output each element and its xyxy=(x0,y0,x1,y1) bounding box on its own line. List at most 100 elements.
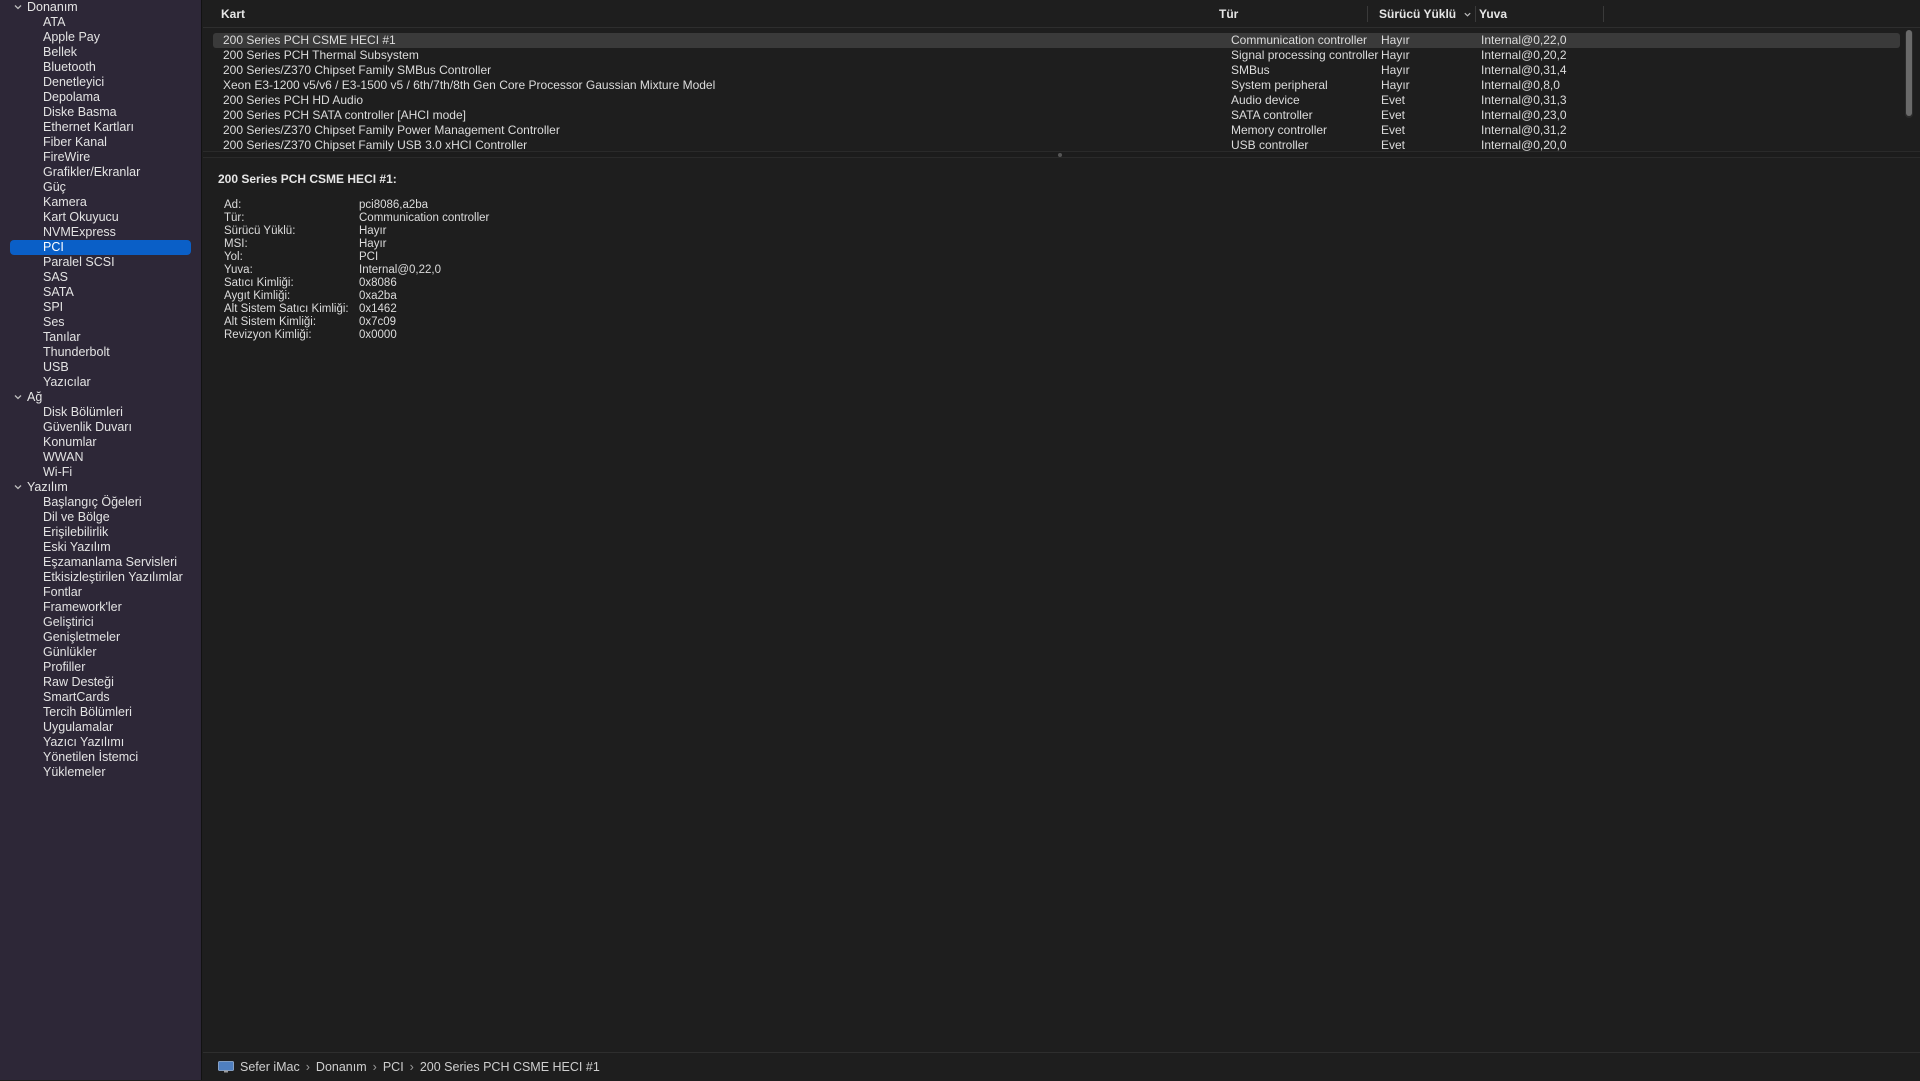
sidebar-item-sas[interactable]: SAS xyxy=(0,270,201,285)
cell-kart: 200 Series/Z370 Chipset Family SMBus Con… xyxy=(223,63,492,77)
sidebar-item-erisilebilirlik[interactable]: Erişilebilirlik xyxy=(0,525,201,540)
chevron-down-icon[interactable] xyxy=(13,2,23,12)
sidebar-item-ses[interactable]: Ses xyxy=(0,315,201,330)
detail-key: Aygıt Kimliği: xyxy=(224,290,291,302)
sidebar-item-firewire[interactable]: FireWire xyxy=(0,150,201,165)
sidebar-item-sata[interactable]: SATA xyxy=(0,285,201,300)
sidebar: Donanım ATA Apple Pay Bellek Bluetooth Denetl… xyxy=(0,0,202,1080)
sidebar-item-kart-okuyucu[interactable]: Kart Okuyucu xyxy=(0,210,201,225)
sidebar-group-label: Ağ xyxy=(27,390,43,404)
sidebar-item-uygulamalar[interactable]: Uygulamalar xyxy=(0,720,201,735)
sidebar-item-yuklemeler[interactable]: Yüklemeler xyxy=(0,765,201,780)
sidebar-item-pci[interactable]: PCI xyxy=(10,240,191,255)
sidebar-item-eski-yaz-l-m[interactable]: Eski Yazılım xyxy=(0,540,201,555)
divider-handle-icon[interactable] xyxy=(1058,153,1062,157)
sidebar-item-framework-ler[interactable]: Framework'ler xyxy=(0,600,201,615)
sidebar-item-genisletmeler[interactable]: Genişletmeler xyxy=(0,630,201,645)
sidebar-item-fontlar[interactable]: Fontlar xyxy=(0,585,201,600)
column-header-yuva[interactable]: Yuva xyxy=(1479,0,1507,28)
detail-key: Ad: xyxy=(224,199,242,211)
sidebar-item-eszamanlama-servisleri[interactable]: Eşzamanlama Servisleri xyxy=(0,555,201,570)
sidebar-item-fiber-kanal[interactable]: Fiber Kanal xyxy=(0,135,201,150)
sidebar-item-tan-lar[interactable]: Tanılar xyxy=(0,330,201,345)
sidebar-item-paralel-scsi[interactable]: Paralel SCSI xyxy=(0,255,201,270)
cell-kart: 200 Series PCH CSME HECI #1 xyxy=(223,33,396,47)
sidebar-item-depolama[interactable]: Depolama xyxy=(0,90,201,105)
sidebar-item-diske-basma[interactable]: Diske Basma xyxy=(0,105,201,120)
breadcrumb-separator: › xyxy=(372,1060,377,1074)
detail-value: 0x7c09 xyxy=(359,316,397,328)
column-divider[interactable] xyxy=(1603,6,1604,22)
sidebar-group-label: Yazılım xyxy=(27,480,68,494)
table-row[interactable]: Xeon E3-1200 v5/v6 / E3-1500 v5 / 6th/7t… xyxy=(213,78,1900,93)
sidebar-group-donan-m[interactable]: Donanım xyxy=(0,0,201,15)
table-row[interactable]: 200 Series PCH HD Audio Audio device Evet I… xyxy=(213,93,1900,108)
column-header-surucu-yuklu[interactable]: Sürücü Yüklü xyxy=(1379,0,1456,28)
cell-yuva: Internal@0,23,0 xyxy=(1481,108,1567,122)
table-row[interactable]: 200 Series/Z370 Chipset Family SMBus Con… xyxy=(213,63,1900,78)
column-header-tur[interactable]: Tür xyxy=(1219,0,1238,28)
sidebar-group-yaz-l-m[interactable]: Yazılım xyxy=(0,480,201,495)
split-view-divider[interactable] xyxy=(203,151,1920,158)
sidebar-item-gunlukler[interactable]: Günlükler xyxy=(0,645,201,660)
sidebar-item-apple-pay[interactable]: Apple Pay xyxy=(0,30,201,45)
sidebar-item-ata[interactable]: ATA xyxy=(0,15,201,30)
detail-key: Yol: xyxy=(224,251,243,263)
table-row[interactable]: 200 Series PCH CSME HECI #1 Communication… xyxy=(213,33,1900,48)
sidebar-item-denetleyici[interactable]: Denetleyici xyxy=(0,75,201,90)
cell-yuva: Internal@0,22,0 xyxy=(1481,33,1567,47)
column-header-kart[interactable]: Kart xyxy=(221,0,245,28)
sidebar-item-spi[interactable]: SPI xyxy=(0,300,201,315)
sidebar-item-bellek[interactable]: Bellek xyxy=(0,45,201,60)
sidebar-item-guvenlik-duvar[interactable]: Güvenlik Duvarı xyxy=(0,420,201,435)
sidebar-item-yaz-c-lar[interactable]: Yazıcılar xyxy=(0,375,201,390)
sidebar-item-yaz-c-yaz-l-m[interactable]: Yazıcı Yazılımı xyxy=(0,735,201,750)
sidebar-item-guc[interactable]: Güç xyxy=(0,180,201,195)
sidebar-item-wwan[interactable]: WWAN xyxy=(0,450,201,465)
chevron-down-icon[interactable] xyxy=(1463,10,1472,19)
detail-row: Aygıt Kimliği: 0xa2ba xyxy=(224,290,1898,303)
sidebar-item-wi-fi[interactable]: Wi-Fi xyxy=(0,465,201,480)
sidebar-item-usb[interactable]: USB xyxy=(0,360,201,375)
table-row[interactable]: 200 Series PCH Thermal Subsystem Signal p… xyxy=(213,48,1900,63)
sidebar-item-ethernet-kartlar[interactable]: Ethernet Kartları xyxy=(0,120,201,135)
sidebar-group-ag[interactable]: Ağ xyxy=(0,390,201,405)
sidebar-item-bluetooth[interactable]: Bluetooth xyxy=(0,60,201,75)
sidebar-item-thunderbolt[interactable]: Thunderbolt xyxy=(0,345,201,360)
breadcrumb-item[interactable]: Donanım xyxy=(316,1053,367,1081)
sidebar-item-konumlar[interactable]: Konumlar xyxy=(0,435,201,450)
sidebar-item-smartcards[interactable]: SmartCards xyxy=(0,690,201,705)
column-divider[interactable] xyxy=(1475,6,1476,22)
breadcrumb-item[interactable]: PCI xyxy=(383,1053,404,1081)
table-row[interactable]: 200 Series PCH SATA controller [AHCI mod… xyxy=(213,108,1900,123)
cell-surucu-yuklu: Evet xyxy=(1381,93,1406,107)
sidebar-item-gelistirici[interactable]: Geliştirici xyxy=(0,615,201,630)
detail-row: Yuva: Internal@0,22,0 xyxy=(224,264,1898,277)
sidebar-item-nvmexpress[interactable]: NVMExpress xyxy=(0,225,201,240)
detail-value: pci8086,a2ba xyxy=(359,199,429,211)
sidebar-item-baslang-c-ogeleri[interactable]: Başlangıç Öğeleri xyxy=(0,495,201,510)
table-row[interactable]: 200 Series/Z370 Chipset Family Power Man… xyxy=(213,123,1900,138)
breadcrumb-item[interactable]: Sefer iMac xyxy=(240,1053,300,1081)
sidebar-item-etkisizlestirilen-yaz-l-mlar[interactable]: Etkisizleştirilen Yazılımlar xyxy=(0,570,201,585)
breadcrumb-item[interactable]: 200 Series PCH CSME HECI #1 xyxy=(420,1053,600,1081)
sidebar-item-disk-bolumleri[interactable]: Disk Bölümleri xyxy=(0,405,201,420)
detail-value: Hayır xyxy=(359,238,387,250)
cell-surucu-yuklu: Hayır xyxy=(1381,48,1410,62)
sidebar-item-tercih-bolumleri[interactable]: Tercih Bölümleri xyxy=(0,705,201,720)
detail-row: Revizyon Kimliği: 0x0000 xyxy=(224,329,1898,342)
column-divider[interactable] xyxy=(1367,6,1368,22)
sidebar-item-raw-destegi[interactable]: Raw Desteği xyxy=(0,675,201,690)
chevron-down-icon[interactable] xyxy=(13,392,23,402)
sidebar-item-dil-ve-bolge[interactable]: Dil ve Bölge xyxy=(0,510,201,525)
scrollbar-thumb[interactable] xyxy=(1906,30,1912,116)
sidebar-item-yonetilen-istemci[interactable]: Yönetilen İstemci xyxy=(0,750,201,765)
sidebar-item-grafikler-ekranlar[interactable]: Grafikler/Ekranlar xyxy=(0,165,201,180)
cell-tur: Audio device xyxy=(1231,93,1300,107)
sidebar-item-profiller[interactable]: Profiller xyxy=(0,660,201,675)
cell-surucu-yuklu: Hayır xyxy=(1381,33,1410,47)
chevron-down-icon[interactable] xyxy=(13,482,23,492)
sidebar-item-kamera[interactable]: Kamera xyxy=(0,195,201,210)
table-scrollbar[interactable] xyxy=(1905,30,1913,118)
cell-surucu-yuklu: Evet xyxy=(1381,123,1406,137)
